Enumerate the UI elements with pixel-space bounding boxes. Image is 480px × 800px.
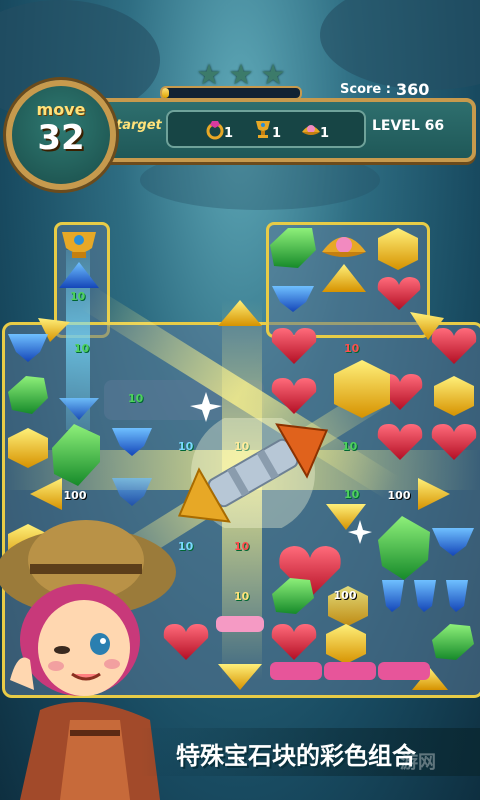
blue-gem[interactable] <box>382 580 404 612</box>
red-heart-gem[interactable] <box>271 624 317 660</box>
green-gem[interactable] <box>272 578 314 614</box>
score-popup: 10 <box>74 342 90 355</box>
green-gem[interactable] <box>52 424 100 486</box>
score-popup: 10 <box>70 290 86 303</box>
score-popup: 10 <box>234 540 250 553</box>
red-heart-gem[interactable] <box>271 328 317 364</box>
green-gem[interactable] <box>378 516 430 580</box>
blue-gem[interactable] <box>112 478 152 506</box>
game-scene: ★ ★ ★ Score : 360 target 1 1 1 LEVEL 66 … <box>0 0 480 800</box>
red-heart-gem[interactable] <box>271 378 317 414</box>
promo-caption: 特殊宝石块的彩色组合 <box>176 742 416 770</box>
yellow-arrow-gem[interactable] <box>218 300 262 326</box>
sparkle-icon <box>348 520 372 544</box>
score-popup: 10 <box>344 488 360 501</box>
pink-block <box>378 662 430 680</box>
blue-gem[interactable] <box>59 262 99 288</box>
blue-gem[interactable] <box>112 428 152 456</box>
red-heart-gem[interactable] <box>377 424 423 460</box>
red-heart-gem[interactable] <box>377 277 421 310</box>
blue-gem[interactable] <box>414 580 436 612</box>
blue-gem[interactable] <box>446 580 468 612</box>
pearl-shell-icon[interactable] <box>322 237 366 257</box>
green-gem[interactable] <box>8 376 48 414</box>
score-popup: 10 <box>342 440 358 453</box>
score-popup: 10 <box>128 392 144 405</box>
yellow-gem[interactable] <box>334 360 390 418</box>
yellow-gem[interactable] <box>434 376 474 416</box>
score-popup: 100 <box>387 489 411 502</box>
yellow-gem[interactable] <box>322 264 366 292</box>
blue-gem[interactable] <box>59 398 99 420</box>
pink-block <box>270 662 322 680</box>
blue-gem[interactable] <box>432 528 474 556</box>
green-gem[interactable] <box>432 624 474 660</box>
rocket-booster[interactable] <box>168 418 338 528</box>
score-popup: 10 <box>344 342 360 355</box>
yellow-arrow-gem[interactable] <box>218 664 262 690</box>
trophy-cup-icon[interactable] <box>62 232 96 258</box>
score-popup: 10 <box>234 590 250 603</box>
yellow-arrow-gem[interactable] <box>418 478 450 510</box>
red-heart-gem[interactable] <box>431 328 477 364</box>
score-popup: 100 <box>333 589 357 602</box>
blue-gem[interactable] <box>272 286 314 312</box>
yellow-gem[interactable] <box>378 228 418 270</box>
blue-gem[interactable] <box>8 334 48 362</box>
yellow-gem[interactable] <box>326 624 366 664</box>
score-popup: 100 <box>63 489 87 502</box>
green-gem[interactable] <box>270 228 316 268</box>
red-heart-gem[interactable] <box>431 424 477 460</box>
watermark: 游网 <box>400 752 436 773</box>
yellow-gem[interactable] <box>8 428 48 468</box>
pink-block <box>216 616 264 632</box>
pink-block <box>324 662 376 680</box>
